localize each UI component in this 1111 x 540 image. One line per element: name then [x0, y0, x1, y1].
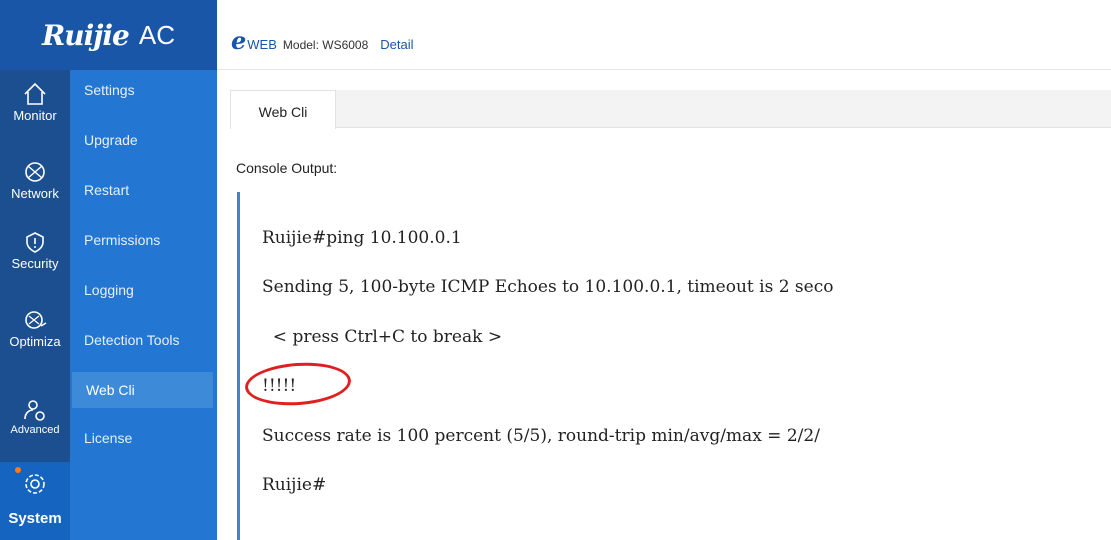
nav-network-label: Network — [11, 186, 59, 201]
optimize-icon — [25, 311, 47, 329]
home-icon — [24, 82, 46, 105]
submenu-item-license[interactable]: License — [70, 420, 217, 456]
submenu-item-detection-tools[interactable]: Detection Tools — [70, 322, 217, 358]
nav-advanced-label: Advanced — [10, 424, 60, 436]
nav-optimize[interactable]: Optimiza — [0, 298, 70, 376]
brand-logo: Ruijie AC — [0, 0, 217, 70]
gear-icon — [25, 474, 45, 494]
nav-security[interactable]: Security — [0, 220, 70, 298]
nav-monitor[interactable]: Monitor — [0, 72, 70, 150]
nav-security-label: Security — [11, 256, 59, 271]
user-settings-icon — [24, 400, 45, 421]
detail-link[interactable]: Detail — [380, 37, 413, 52]
console-output: Ruijie#ping 10.100.0.1 Sending 5, 100-by… — [237, 192, 1111, 540]
nav-system-label: System — [8, 510, 62, 527]
brand-name: Ruijie — [42, 18, 130, 52]
nav-advanced[interactable]: Advanced — [0, 388, 70, 466]
submenu-item-permissions[interactable]: Permissions — [70, 222, 217, 258]
tab-web-cli[interactable]: Web Cli — [230, 90, 336, 129]
system-submenu: Settings Upgrade Restart Permissions Log… — [70, 70, 217, 540]
console-line: Success rate is 100 percent (5/5), round… — [262, 426, 820, 446]
device-model: Model: WS6008 — [282, 38, 369, 52]
submenu-item-restart[interactable]: Restart — [70, 172, 217, 208]
console-line: Sending 5, 100-byte ICMP Echoes to 10.10… — [262, 277, 834, 297]
top-bar: e WEB Model: WS6008 Detail — [217, 0, 1111, 70]
console-line: Ruijie#ping 10.100.0.1 — [262, 228, 462, 248]
tab-strip: Web Cli — [230, 90, 1111, 129]
console-output-label: Console Output: — [236, 160, 338, 176]
main-nav-rail: Monitor Network Security Optimiza Advanc… — [0, 70, 70, 540]
submenu-item-logging[interactable]: Logging — [70, 272, 217, 308]
eweb-logo-e: e — [231, 26, 247, 55]
nav-system[interactable]: System — [0, 462, 70, 540]
nav-optimize-label: Optimiza — [9, 334, 61, 349]
submenu-item-upgrade[interactable]: Upgrade — [70, 122, 217, 158]
globe-icon — [25, 162, 45, 182]
eweb-logo-web: WEB — [247, 37, 277, 52]
submenu-item-settings[interactable]: Settings — [70, 72, 217, 108]
console-line: Ruijie# — [262, 475, 327, 495]
nav-network[interactable]: Network — [0, 150, 70, 228]
eweb-logo: e WEB Model: WS6008 Detail — [231, 26, 414, 55]
console-line: < press Ctrl+C to break > — [262, 327, 503, 347]
nav-monitor-label: Monitor — [13, 108, 57, 123]
shield-icon — [26, 232, 44, 253]
submenu-item-web-cli[interactable]: Web Cli — [72, 372, 213, 408]
brand-suffix: AC — [138, 19, 175, 50]
